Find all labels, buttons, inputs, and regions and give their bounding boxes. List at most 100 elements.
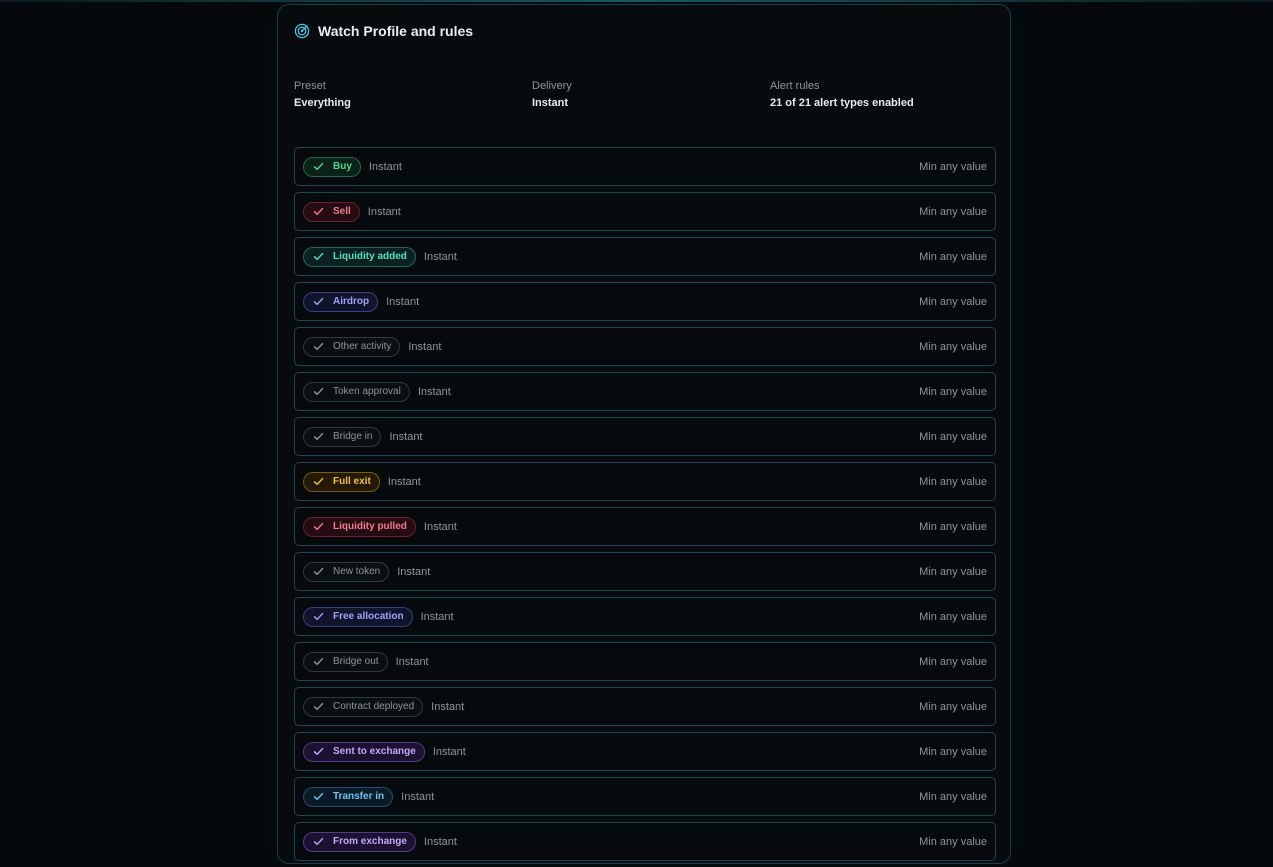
- alert-rule-row[interactable]: New token Instant Min any value: [294, 552, 996, 591]
- rule-delivery: Instant: [397, 565, 431, 578]
- alert-rule-row[interactable]: Airdrop Instant Min any value: [294, 282, 996, 321]
- check-icon: [313, 521, 324, 532]
- delivery-label: Delivery: [532, 80, 572, 92]
- alert-type-toggle[interactable]: Free allocation: [303, 606, 413, 627]
- alert-type-toggle[interactable]: Bridge out: [303, 651, 388, 672]
- check-icon: [313, 431, 324, 442]
- alert-type-label: Token approval: [333, 386, 401, 397]
- rule-delivery: Instant: [417, 385, 451, 398]
- rule-delivery: Instant: [389, 430, 423, 443]
- alert-type-label: Full exit: [333, 476, 371, 487]
- alert-type-label: Bridge in: [333, 431, 373, 442]
- rule-delivery: Instant: [368, 160, 402, 173]
- check-icon: [313, 251, 324, 262]
- alert-rule-row[interactable]: Token approval Instant Min any value: [294, 372, 996, 411]
- alert-rules-summary: Alert rules 21 of 21 alert types enabled: [770, 79, 914, 111]
- alert-rule-row[interactable]: Liquidity added Instant Min any value: [294, 237, 996, 276]
- rule-delivery: Instant: [408, 340, 442, 353]
- alert-type-toggle[interactable]: Other activity: [303, 336, 401, 357]
- check-icon: [313, 341, 324, 352]
- alert-rule-row[interactable]: From exchange Instant Min any value: [294, 822, 996, 861]
- alert-rule-row[interactable]: Bridge in Instant Min any value: [294, 417, 996, 456]
- rule-delivery: Instant: [432, 745, 466, 758]
- check-icon: [313, 701, 324, 712]
- alert-type-toggle[interactable]: Bridge in: [303, 426, 382, 447]
- rule-min-value: Min any value: [919, 610, 987, 623]
- rule-delivery: Instant: [367, 205, 401, 218]
- alert-type-toggle[interactable]: Liquidity added: [303, 246, 416, 267]
- rule-delivery: Instant: [431, 700, 465, 713]
- alert-type-toggle[interactable]: Sell: [303, 201, 360, 222]
- watch-profile-panel: Watch Profile and rules Preset Everythin…: [277, 4, 1011, 864]
- alert-type-label: Other activity: [333, 341, 392, 352]
- alert-rule-row[interactable]: Sell Instant Min any value: [294, 192, 996, 231]
- rule-delivery: Instant: [420, 610, 454, 623]
- alert-rule-row[interactable]: Sent to exchange Instant Min any value: [294, 732, 996, 771]
- alert-type-label: Buy: [333, 161, 352, 172]
- rule-delivery: Instant: [423, 250, 457, 263]
- alert-type-label: Contract deployed: [333, 701, 415, 712]
- alert-rule-row[interactable]: Liquidity pulled Instant Min any value: [294, 507, 996, 546]
- check-icon: [313, 206, 324, 217]
- rule-min-value: Min any value: [919, 700, 987, 713]
- alert-type-label: Bridge out: [333, 656, 379, 667]
- alert-rule-row[interactable]: Bridge out Instant Min any value: [294, 642, 996, 681]
- top-divider: [0, 0, 1273, 2]
- rule-min-value: Min any value: [919, 160, 987, 173]
- alert-type-label: Liquidity added: [333, 251, 407, 262]
- alert-type-toggle[interactable]: Buy: [303, 156, 361, 177]
- delivery-summary: Delivery Instant: [532, 79, 572, 111]
- preset-value: Everything: [294, 97, 351, 109]
- rule-min-value: Min any value: [919, 790, 987, 803]
- alert-rule-row[interactable]: Full exit Instant Min any value: [294, 462, 996, 501]
- rule-min-value: Min any value: [919, 430, 987, 443]
- check-icon: [313, 296, 324, 307]
- alert-type-label: Airdrop: [333, 296, 370, 307]
- preset-summary: Preset Everything: [294, 79, 351, 111]
- check-icon: [313, 656, 324, 667]
- check-icon: [313, 161, 324, 172]
- alert-type-toggle[interactable]: New token: [303, 561, 390, 582]
- preset-label: Preset: [294, 80, 326, 92]
- alert-type-toggle[interactable]: Airdrop: [303, 291, 379, 312]
- alert-rule-row[interactable]: Contract deployed Instant Min any value: [294, 687, 996, 726]
- alert-type-toggle[interactable]: Liquidity pulled: [303, 516, 416, 537]
- rule-delivery: Instant: [423, 520, 457, 533]
- rule-min-value: Min any value: [919, 250, 987, 263]
- rule-delivery: Instant: [401, 790, 435, 803]
- alert-rule-row[interactable]: Free allocation Instant Min any value: [294, 597, 996, 636]
- alert-rules-label: Alert rules: [770, 80, 820, 92]
- rule-min-value: Min any value: [919, 205, 987, 218]
- alert-type-toggle[interactable]: From exchange: [303, 831, 416, 852]
- alert-type-toggle[interactable]: Transfer in: [303, 786, 394, 807]
- alert-type-toggle[interactable]: Full exit: [303, 471, 380, 492]
- alert-type-toggle[interactable]: Sent to exchange: [303, 741, 425, 762]
- alert-type-label: New token: [333, 566, 381, 577]
- alert-type-toggle[interactable]: Contract deployed: [303, 696, 424, 717]
- rule-delivery: Instant: [395, 655, 429, 668]
- rule-delivery: Instant: [423, 835, 457, 848]
- delivery-value: Instant: [532, 97, 569, 109]
- alert-type-label: Liquidity pulled: [333, 521, 407, 532]
- rule-min-value: Min any value: [919, 835, 987, 848]
- check-icon: [313, 566, 324, 577]
- alert-type-label: Free allocation: [333, 611, 404, 622]
- alert-type-label: From exchange: [333, 836, 407, 847]
- alert-rule-row[interactable]: Buy Instant Min any value: [294, 147, 996, 186]
- rule-min-value: Min any value: [919, 745, 987, 758]
- rule-min-value: Min any value: [919, 295, 987, 308]
- alert-rule-row[interactable]: Transfer in Instant Min any value: [294, 777, 996, 816]
- rule-min-value: Min any value: [919, 340, 987, 353]
- rule-min-value: Min any value: [919, 565, 987, 578]
- alert-type-toggle[interactable]: Token approval: [303, 381, 410, 402]
- rule-min-value: Min any value: [919, 655, 987, 668]
- alert-type-label: Sent to exchange: [333, 746, 416, 757]
- alert-type-label: Sell: [333, 206, 351, 217]
- rule-delivery: Instant: [387, 475, 421, 488]
- check-icon: [313, 611, 324, 622]
- check-icon: [313, 746, 324, 757]
- alert-rule-row[interactable]: Other activity Instant Min any value: [294, 327, 996, 366]
- rule-delivery: Instant: [386, 295, 420, 308]
- check-icon: [313, 836, 324, 847]
- alert-rules-value: 21 of 21 alert types enabled: [770, 97, 914, 109]
